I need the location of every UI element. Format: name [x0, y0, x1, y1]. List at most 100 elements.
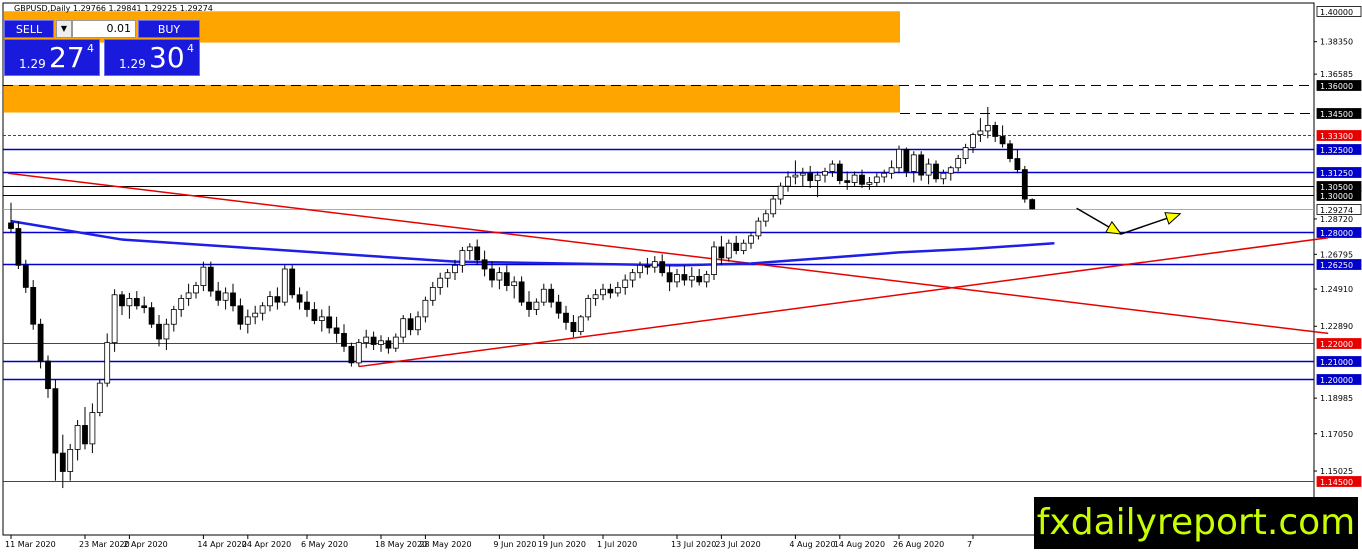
buy-price-prefix: 1.29: [119, 57, 146, 71]
time-tick-label: 4 Aug 2020: [789, 540, 835, 549]
candle-body: [318, 316, 325, 321]
sell-price-box[interactable]: 1.29 27 4: [4, 39, 100, 76]
candle-body: [792, 174, 799, 178]
candle-body: [681, 274, 688, 281]
sell-button[interactable]: SELL: [4, 20, 54, 38]
level-label: 1.40000: [1320, 8, 1353, 17]
candle-body: [422, 299, 429, 318]
candle-body: [977, 130, 984, 136]
brand-watermark: fxdailyreport.com: [1034, 497, 1358, 549]
candle-body: [481, 259, 488, 270]
candle-body: [252, 312, 259, 318]
candle-body: [533, 301, 540, 310]
level-label: 1.33300: [1320, 132, 1353, 141]
candle-body: [341, 333, 347, 347]
candle-body: [459, 250, 466, 266]
candle-body: [296, 294, 303, 303]
candle-body: [859, 174, 865, 185]
candle-body: [385, 340, 392, 349]
candle-body: [511, 281, 518, 286]
candle-body: [755, 220, 762, 237]
symbol-header: GBPUSD,Daily 1.29766 1.29841 1.29225 1.2…: [14, 4, 213, 13]
price-tick-label: 1.17050: [1320, 430, 1353, 439]
buy-price-box[interactable]: 1.29 30 4: [104, 39, 200, 76]
time-tick-label: 11 Mar 2020: [5, 540, 56, 549]
time-tick-label: 14 Apr 2020: [197, 540, 246, 549]
buy-price-pips: 30: [149, 41, 185, 74]
level-label: 1.20000: [1320, 376, 1353, 385]
candle-body: [711, 246, 717, 275]
candle-body: [222, 292, 229, 301]
candle-body: [370, 336, 377, 345]
candle-body: [910, 154, 917, 172]
candle-body: [799, 172, 806, 176]
time-tick-label: 14 Aug 2020: [834, 540, 885, 549]
candle-body: [200, 266, 207, 286]
candle-body: [548, 288, 555, 303]
sell-price-fraction: 4: [87, 42, 94, 55]
candle-body: [1014, 158, 1021, 170]
level-label: 1.34500: [1320, 110, 1353, 119]
candle-body: [45, 360, 51, 390]
price-tick-label: 1.22890: [1320, 322, 1353, 331]
candle-body: [82, 425, 88, 445]
resistance-zone: [4, 84, 900, 113]
candle-body: [52, 388, 59, 454]
candle-body: [851, 174, 858, 183]
candle-body: [718, 246, 725, 259]
candle-body: [474, 246, 481, 261]
candle-body: [311, 309, 318, 321]
candle-body: [415, 316, 421, 331]
candle-body: [437, 277, 444, 288]
candle-body: [274, 296, 281, 303]
candle-body: [289, 268, 296, 296]
level-label: 1.31250: [1320, 169, 1353, 178]
candle-body: [30, 287, 37, 325]
lot-size-input[interactable]: 0.01: [72, 20, 136, 38]
candle-body: [363, 336, 370, 344]
candle-body: [1029, 199, 1036, 210]
candle-body: [925, 163, 932, 176]
candle-body: [452, 264, 458, 274]
buy-price-fraction: 4: [187, 42, 194, 55]
candle-body: [644, 264, 651, 268]
candle-body: [466, 246, 473, 251]
price-tick-label: 1.28720: [1320, 215, 1353, 224]
candle-body: [244, 316, 251, 325]
level-label: 1.21000: [1320, 358, 1353, 367]
candle-body: [126, 298, 133, 307]
price-tick-label: 1.15025: [1320, 467, 1353, 476]
candle-body: [777, 185, 784, 200]
candle-body: [141, 305, 148, 309]
candle-body: [111, 294, 118, 344]
candle-body: [526, 301, 532, 310]
candle-body: [170, 309, 177, 325]
candle-body: [67, 449, 74, 472]
candle-body: [237, 305, 244, 325]
candle-body: [659, 261, 666, 274]
price-tick-label: 1.38350: [1320, 38, 1353, 47]
price-tick-label: 1.26795: [1320, 250, 1353, 259]
candle-body: [348, 345, 355, 364]
candle-body: [185, 292, 192, 299]
sell-price-pips: 27: [49, 41, 85, 74]
time-tick-label: 19 Jun 2020: [538, 540, 586, 549]
candle-body: [267, 296, 273, 307]
candle-body: [703, 274, 710, 283]
candle-body: [555, 301, 562, 314]
candle-body: [785, 176, 791, 187]
lot-dropdown-arrow-icon[interactable]: ▼: [56, 20, 72, 38]
candle-body: [333, 327, 340, 334]
candle-body: [622, 279, 629, 288]
level-label: 1.22000: [1320, 340, 1353, 349]
candle-body: [59, 452, 66, 472]
time-tick-label: 24 Apr 2020: [242, 540, 291, 549]
candle-body: [133, 298, 140, 307]
buy-button[interactable]: BUY: [138, 20, 200, 38]
candle-body: [637, 264, 643, 274]
time-tick-label: 6 May 2020: [301, 540, 348, 549]
candle-body: [163, 323, 170, 340]
candle-body: [444, 272, 451, 279]
time-tick-label: 23 Jul 2020: [715, 540, 760, 549]
candle-body: [89, 412, 96, 445]
